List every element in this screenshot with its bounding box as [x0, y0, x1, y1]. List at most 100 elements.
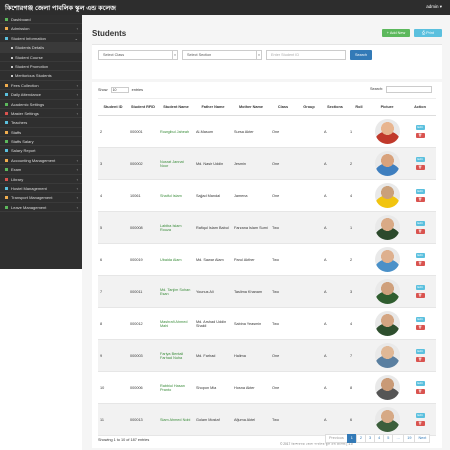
edit-button[interactable]: Edit — [415, 125, 425, 130]
student-photo[interactable] — [374, 375, 400, 400]
column-header[interactable]: Student ID — [98, 98, 128, 116]
sidebar-item[interactable]: Academic Settings ‹ — [0, 100, 82, 109]
column-header[interactable]: Picture — [370, 98, 404, 116]
cell-class: Two — [270, 243, 296, 276]
student-photo[interactable] — [374, 407, 400, 432]
cell-name[interactable]: Nusrat Jannat Noor — [158, 147, 194, 180]
chevron-icon: ‹ — [76, 101, 78, 107]
cell-name[interactable]: Md. Tanjim Sohan Esan — [158, 275, 194, 308]
class-select[interactable]: Select Class ▾ — [98, 50, 178, 60]
row-actions: Edit 🗑 — [415, 189, 425, 202]
edit-button[interactable]: Edit — [415, 285, 425, 290]
section-select[interactable]: Select Section ▾ — [182, 50, 262, 60]
delete-button[interactable]: 🗑 — [415, 229, 425, 234]
sidebar-item[interactable]: Hostel Management ‹ — [0, 184, 82, 194]
edit-button[interactable]: Edit — [415, 221, 425, 226]
edit-button[interactable]: Edit — [415, 413, 425, 418]
cell-class: One — [270, 147, 296, 180]
cell-name[interactable]: Rabbiul Hasan Pranto — [158, 371, 194, 404]
student-photo[interactable] — [374, 311, 400, 336]
sidebar-item[interactable]: Student Promotion — [0, 62, 82, 72]
sidebar-item[interactable]: Meritorious Students — [0, 71, 82, 81]
delete-button[interactable]: 🗑 — [415, 421, 425, 426]
cell-name[interactable]: Mashrafi Ahmed Mahi — [158, 307, 194, 340]
sidebar-item[interactable]: Students Details — [0, 43, 82, 53]
cell-section: A — [322, 339, 348, 372]
student-photo[interactable] — [374, 119, 400, 144]
student-photo[interactable] — [374, 343, 400, 368]
sidebar-item[interactable]: Transport Management ‹ — [0, 193, 82, 203]
delete-button[interactable]: 🗑 — [415, 261, 425, 266]
sidebar-item[interactable]: Staffs Salary — [0, 137, 82, 147]
sidebar-item[interactable]: Daily Attendance ‹ — [0, 90, 82, 100]
delete-button[interactable]: 🗑 — [415, 357, 425, 362]
sidebar-item[interactable]: Student Information ⌄ — [0, 34, 82, 44]
student-photo[interactable] — [374, 215, 400, 240]
cell-roll: 7 — [348, 339, 370, 372]
edit-button[interactable]: Edit — [415, 157, 425, 162]
student-photo[interactable] — [374, 247, 400, 272]
delete-button[interactable]: 🗑 — [415, 389, 425, 394]
delete-button[interactable]: 🗑 — [415, 293, 425, 298]
column-header[interactable]: Roll — [348, 98, 370, 116]
delete-button[interactable]: 🗑 — [415, 197, 425, 202]
sidebar-item[interactable]: Staffs — [0, 128, 82, 138]
edit-button[interactable]: Edit — [415, 349, 425, 354]
user-menu[interactable]: admin ▾ — [426, 4, 442, 10]
table-row: 8 000012 Mashrafi Ahmed Mahi Md. Arshad Udd… — [98, 307, 436, 340]
edit-button[interactable]: Edit — [415, 189, 425, 194]
column-header[interactable]: Mother Name — [232, 98, 270, 116]
next-page-button[interactable]: Next — [414, 434, 431, 443]
edit-button[interactable]: Edit — [415, 317, 425, 322]
cell-name[interactable]: Rowgibul Jaheah — [158, 115, 194, 148]
student-photo[interactable] — [374, 279, 400, 304]
student-id-input[interactable]: Enter Student ID — [266, 50, 346, 60]
column-header[interactable]: Father Name — [194, 98, 232, 116]
sidebar-item[interactable]: Admission ‹ — [0, 24, 82, 34]
cell-name[interactable]: Ubaida Alam — [158, 243, 194, 276]
sidebar-item[interactable]: Salary Report — [0, 146, 82, 156]
sidebar-item[interactable]: Teachers — [0, 118, 82, 128]
sidebar-item[interactable]: Library ‹ — [0, 175, 82, 185]
edit-button[interactable]: Edit — [415, 253, 425, 258]
column-header[interactable]: Group — [296, 98, 322, 116]
page-length-select[interactable]: 10 — [110, 87, 129, 93]
menu-icon — [5, 168, 8, 172]
delete-button[interactable]: 🗑 — [415, 133, 425, 138]
table-search-input[interactable] — [386, 86, 432, 93]
cell-mother: Sursa Akter — [232, 115, 270, 148]
sidebar-item[interactable]: Leave Management ‹ — [0, 203, 82, 213]
delete-button[interactable]: 🗑 — [415, 325, 425, 330]
sidebar-item[interactable]: Dashboard — [0, 15, 82, 25]
column-header[interactable]: Class — [270, 98, 296, 116]
cell-rfid: 000003 — [128, 339, 158, 372]
cell-name[interactable]: Siam Ahmed Nobi — [158, 403, 194, 436]
search-button[interactable]: Search — [350, 50, 372, 60]
add-new-button[interactable]: + Add New — [382, 29, 410, 37]
column-header[interactable]: Action — [404, 98, 436, 116]
cell-group — [296, 115, 322, 148]
cell-name[interactable]: Labiba Islam Rouza — [158, 211, 194, 244]
sidebar-item[interactable]: Student Course — [0, 53, 82, 62]
student-photo[interactable] — [374, 183, 400, 208]
sidebar-item[interactable]: Master Settings ‹ — [0, 109, 82, 119]
cell-roll: 4 — [348, 179, 370, 212]
cell-name[interactable]: Shaiful Islam — [158, 179, 194, 212]
delete-button[interactable]: 🗑 — [415, 165, 425, 170]
brand-title[interactable]: কিশোরগঞ্জ জেলা পাবলিক স্কুল এন্ড কলেজ — [5, 3, 116, 14]
cell-rfid: 000011 — [128, 275, 158, 308]
cell-mother: Taslima Khanam — [232, 275, 270, 308]
column-header[interactable]: Student RFID — [128, 98, 158, 116]
cell-roll: 2 — [348, 147, 370, 180]
cell-class: One — [270, 179, 296, 212]
column-header[interactable]: Sections — [322, 98, 348, 116]
column-header[interactable]: Student Name — [158, 98, 194, 116]
class-select-label: Select Class — [103, 53, 125, 57]
sidebar-item[interactable]: Fees Collection ‹ — [0, 81, 82, 91]
print-button[interactable]: ⎙ Print — [414, 29, 442, 37]
sidebar-item[interactable]: Exam ‹ — [0, 165, 82, 175]
sidebar-item[interactable]: Accounting Management ‹ — [0, 156, 82, 166]
student-photo[interactable] — [374, 151, 400, 176]
edit-button[interactable]: Edit — [415, 381, 425, 386]
cell-name[interactable]: Fariya Bentali Farhad Nuha — [158, 339, 194, 372]
